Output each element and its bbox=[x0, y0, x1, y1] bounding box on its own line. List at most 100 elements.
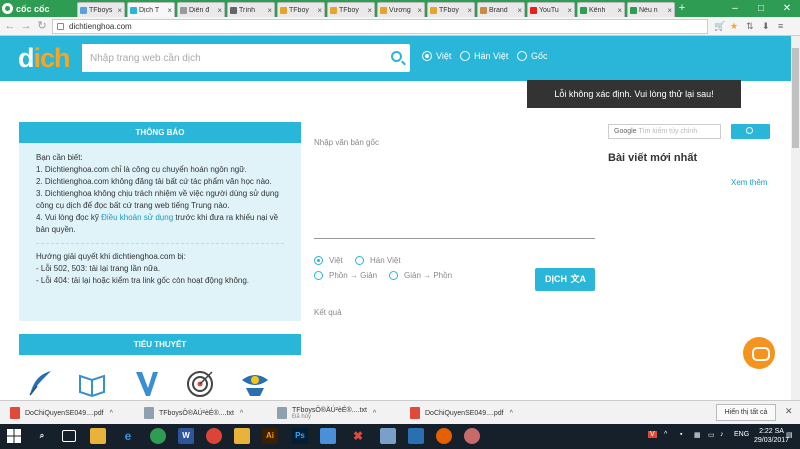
menu-icon[interactable]: ≡ bbox=[778, 20, 783, 33]
show-all-downloads-button[interactable]: Hiển thị tất cả bbox=[716, 404, 776, 421]
photoshop-icon[interactable]: Ps bbox=[292, 428, 308, 444]
translate-button[interactable]: DỊCH 文A bbox=[535, 268, 595, 291]
tab-close-icon[interactable]: × bbox=[517, 6, 522, 15]
tab-close-icon[interactable]: × bbox=[217, 6, 222, 15]
download-menu-icon[interactable]: ^ bbox=[510, 410, 513, 417]
language-indicator[interactable]: ENG bbox=[734, 431, 749, 438]
cart-icon[interactable]: 🛒 bbox=[714, 20, 725, 33]
x-app-icon[interactable]: ✖ bbox=[350, 428, 366, 444]
tray-app-icon[interactable]: ▪ bbox=[680, 431, 682, 438]
option-gian-phon[interactable]: Giản → Phồn bbox=[389, 271, 452, 280]
browser-tab[interactable]: YouTu × bbox=[527, 2, 575, 17]
download-menu-icon[interactable]: ^ bbox=[240, 410, 243, 417]
tab-close-icon[interactable]: × bbox=[667, 6, 672, 15]
browser-tab[interactable]: Diễn đ × bbox=[177, 2, 225, 17]
option-phon-gian[interactable]: Phồn → Giản bbox=[314, 271, 377, 280]
tray-up-icon[interactable]: ^ bbox=[664, 431, 667, 438]
tab-close-icon[interactable]: × bbox=[317, 6, 322, 15]
new-tab-button[interactable]: + bbox=[676, 2, 688, 14]
tab-close-icon[interactable]: × bbox=[167, 6, 172, 15]
network-icon[interactable]: ▦ bbox=[694, 431, 701, 439]
mode-option-viet[interactable]: Việt bbox=[422, 51, 451, 61]
site-logo[interactable]: dich bbox=[18, 43, 71, 73]
word-icon[interactable]: W bbox=[178, 428, 194, 444]
chrome-icon[interactable] bbox=[206, 428, 222, 444]
scrollbar-thumb[interactable] bbox=[792, 48, 799, 148]
open-book-icon[interactable] bbox=[77, 368, 107, 398]
tab-close-icon[interactable]: × bbox=[267, 6, 272, 15]
browser-tab[interactable]: Trình × bbox=[227, 2, 275, 17]
volume-icon[interactable]: ♪ bbox=[720, 431, 724, 438]
close-icon[interactable]: ✕ bbox=[785, 406, 793, 417]
feather-icon[interactable] bbox=[25, 368, 55, 398]
mode-option-goc[interactable]: Gốc bbox=[517, 51, 548, 61]
notifications-icon[interactable]: ▤ bbox=[786, 431, 793, 439]
source-text-input[interactable]: Nhập văn bản gốc bbox=[314, 138, 379, 147]
minimize-icon[interactable]: – bbox=[722, 0, 748, 17]
tab-close-icon[interactable]: × bbox=[367, 6, 372, 15]
system-clock[interactable]: 2:22 SA 29/03/2017 bbox=[754, 427, 789, 445]
tab-close-icon[interactable]: × bbox=[567, 6, 572, 15]
chat-bubble-icon[interactable] bbox=[743, 337, 775, 369]
option-han-viet[interactable]: Hán Việt bbox=[355, 256, 401, 265]
task-view-icon[interactable] bbox=[62, 430, 76, 442]
illustrator-icon[interactable]: Ai bbox=[262, 428, 278, 444]
firefox-icon[interactable] bbox=[436, 428, 452, 444]
tab-close-icon[interactable]: × bbox=[467, 6, 472, 15]
option-viet[interactable]: Việt bbox=[314, 256, 343, 265]
download-item[interactable]: DoChiQuyenSE049....pdf ^ bbox=[410, 404, 513, 422]
download-menu-icon[interactable]: ^ bbox=[373, 410, 376, 417]
terms-link[interactable]: Điều khoản sử dụng bbox=[101, 213, 173, 222]
custom-search-button[interactable] bbox=[731, 124, 770, 139]
browser-tab[interactable]: Kênh × bbox=[577, 2, 625, 17]
tab-close-icon[interactable]: × bbox=[617, 6, 622, 15]
browser-tab[interactable]: TFboy × bbox=[327, 2, 375, 17]
folder-icon[interactable] bbox=[234, 428, 250, 444]
search-icon[interactable] bbox=[391, 51, 402, 62]
coccoc-icon[interactable] bbox=[150, 428, 166, 444]
site-search-input[interactable] bbox=[82, 44, 382, 72]
battery-icon[interactable]: ▭ bbox=[708, 431, 715, 439]
see-more-link[interactable]: Xem thêm bbox=[731, 178, 767, 187]
browser-tab[interactable]: TFboys × bbox=[77, 2, 125, 17]
app-icon[interactable] bbox=[464, 428, 480, 444]
target-icon[interactable] bbox=[185, 368, 215, 398]
app-icon[interactable] bbox=[408, 428, 424, 444]
download-item[interactable]: TFboysÖ®ÄÚ²èÉ®....txt Đã hủy ^ bbox=[277, 404, 376, 422]
back-icon[interactable]: ← bbox=[4, 20, 16, 32]
notice-intro: Bạn cần biết: bbox=[36, 153, 83, 162]
download-icon[interactable]: ⬇ bbox=[762, 20, 770, 33]
browser-tab[interactable]: Dịch T × bbox=[127, 2, 175, 17]
eye-icon[interactable] bbox=[240, 368, 270, 398]
search-icon[interactable]: ⌕ bbox=[34, 428, 50, 444]
reload-icon[interactable]: ↻ bbox=[36, 20, 48, 32]
windows-start-icon[interactable] bbox=[6, 428, 22, 444]
app-icon[interactable] bbox=[320, 428, 336, 444]
browser-tab[interactable]: Nếu n × bbox=[627, 2, 675, 17]
page-scrollbar[interactable] bbox=[791, 36, 800, 400]
v-tray-icon[interactable]: V bbox=[648, 431, 657, 438]
translate-icon[interactable]: ⇅ bbox=[746, 20, 754, 33]
bookmark-star-icon[interactable]: ★ bbox=[730, 20, 738, 33]
v-logo-icon[interactable] bbox=[132, 368, 162, 398]
browser-tab[interactable]: Vương × bbox=[377, 2, 425, 17]
download-item[interactable]: DoChiQuyenSE049....pdf ^ bbox=[10, 404, 113, 422]
forward-icon[interactable]: → bbox=[20, 20, 32, 32]
url-field[interactable]: dichtienghoa.com bbox=[52, 19, 708, 34]
browser-brand[interactable]: cốc cốc bbox=[2, 2, 50, 15]
close-window-icon[interactable]: ✕ bbox=[774, 0, 800, 17]
browser-tab[interactable]: TFboy × bbox=[427, 2, 475, 17]
maximize-icon[interactable]: □ bbox=[748, 0, 774, 17]
file-explorer-icon[interactable] bbox=[90, 428, 106, 444]
tab-close-icon[interactable]: × bbox=[417, 6, 422, 15]
mode-option-han-viet[interactable]: Hán Việt bbox=[460, 51, 508, 61]
search-icon bbox=[746, 127, 753, 134]
browser-tab[interactable]: TFboy × bbox=[277, 2, 325, 17]
app-icon[interactable] bbox=[380, 428, 396, 444]
download-menu-icon[interactable]: ^ bbox=[110, 410, 113, 417]
edge-icon[interactable]: e bbox=[120, 428, 136, 444]
custom-search-input[interactable]: Google Tìm kiếm tùy chỉnh bbox=[608, 124, 721, 139]
download-item[interactable]: TFboysÖ®ÄÚ²èÉ®....txt ^ bbox=[144, 404, 243, 422]
browser-tab[interactable]: Brand × bbox=[477, 2, 525, 17]
tab-close-icon[interactable]: × bbox=[117, 6, 122, 15]
